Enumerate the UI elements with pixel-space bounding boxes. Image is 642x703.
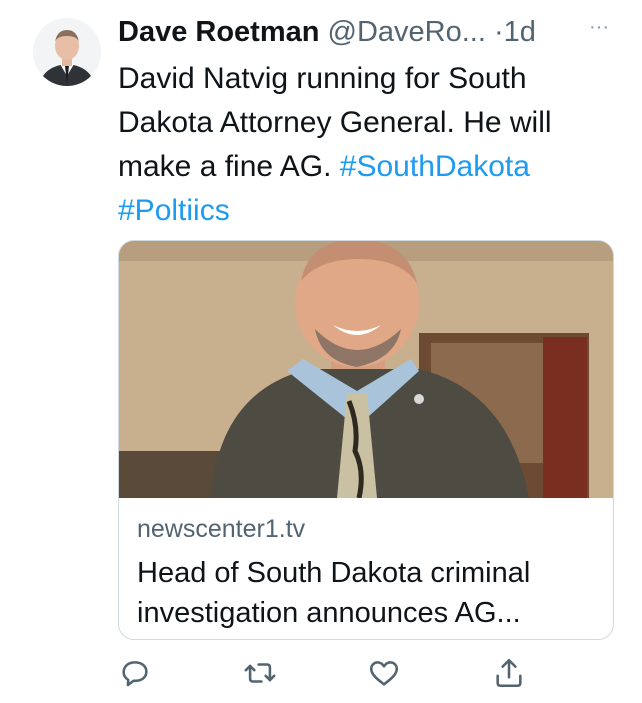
more-options-icon[interactable]: ··· (586, 14, 612, 40)
tweet-header: Dave Roetman @DaveRo... ·1d (118, 12, 618, 52)
retweet-icon[interactable] (243, 656, 277, 690)
share-icon[interactable] (492, 656, 526, 690)
tweet-text: David Natvig running for South Dakota At… (118, 57, 618, 233)
hashtag-southdakota[interactable]: #SouthDakota (340, 150, 530, 183)
author-handle[interactable]: @DaveRo... (328, 16, 486, 48)
tweet-timestamp[interactable]: 1d (504, 16, 536, 48)
link-preview-card[interactable]: newscenter1.tv Head of South Dakota crim… (118, 240, 614, 640)
card-title[interactable]: Head of South Dakota criminal investigat… (137, 553, 597, 633)
tweet-actions (118, 656, 538, 692)
separator-dot: · (493, 16, 504, 48)
card-image[interactable] (119, 241, 613, 498)
avatar-image (33, 18, 101, 86)
like-icon[interactable] (367, 656, 401, 690)
author-name[interactable]: Dave Roetman (118, 16, 319, 48)
card-domain[interactable]: newscenter1.tv (137, 513, 305, 545)
hashtag-poltiics[interactable]: #Poltiics (118, 194, 230, 227)
news-photo (119, 241, 613, 498)
author-avatar[interactable] (33, 18, 101, 86)
reply-icon[interactable] (118, 656, 152, 690)
